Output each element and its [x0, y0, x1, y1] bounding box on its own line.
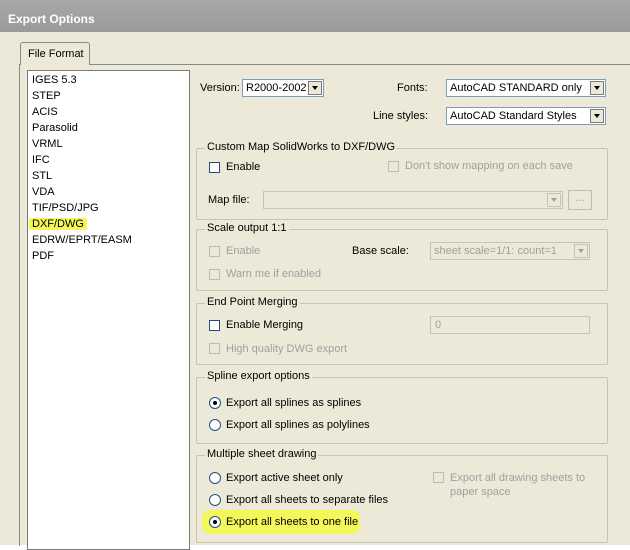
list-item-vda[interactable]: VDA	[32, 185, 55, 199]
paper-space-checkbox[interactable]	[433, 472, 444, 483]
version-label: Version:	[200, 82, 240, 94]
browse-button[interactable]: ...	[568, 190, 592, 210]
splines-as-splines-label: Export all splines as splines	[226, 397, 362, 409]
splines-as-polylines-radio[interactable]	[209, 419, 221, 431]
enable-merging-label: Enable Merging	[226, 319, 304, 331]
one-file-radio[interactable]	[209, 516, 221, 528]
list-item-stl[interactable]: STL	[32, 169, 52, 183]
end-point-group: End Point Merging	[196, 296, 608, 365]
active-sheet-radio[interactable]	[209, 472, 221, 484]
list-item-parasolid[interactable]: Parasolid	[32, 121, 78, 135]
dont-show-mapping-label: Don't show mapping on each save	[405, 160, 573, 172]
chevron-down-icon[interactable]	[590, 81, 604, 95]
group-title: Custom Map SolidWorks to DXF/DWG	[205, 141, 398, 153]
hq-dwg-label: High quality DWG export	[226, 343, 348, 355]
group-title: Spline export options	[205, 370, 312, 382]
list-item-tif[interactable]: TIF/PSD/JPG	[32, 201, 99, 215]
splines-as-polylines-label: Export all splines as polylines	[226, 419, 370, 431]
fonts-select[interactable]: AutoCAD STANDARD only	[446, 79, 606, 97]
scale-enable-checkbox[interactable]	[209, 246, 220, 257]
dont-show-mapping-checkbox[interactable]	[388, 161, 399, 172]
selected-highlight: DXF/DWG	[29, 218, 87, 230]
separate-files-radio[interactable]	[209, 494, 221, 506]
list-item-pdf[interactable]: PDF	[32, 249, 54, 263]
warn-label: Warn me if enabled	[226, 268, 321, 280]
list-item-iges[interactable]: IGES 5.3	[32, 73, 77, 87]
merging-tolerance-input[interactable]: 0	[430, 316, 590, 334]
tab-label: File Format	[28, 48, 84, 60]
version-select[interactable]: R2000-2002	[242, 79, 324, 97]
map-file-label: Map file:	[208, 194, 250, 206]
warn-checkbox[interactable]	[209, 269, 220, 280]
map-file-select[interactable]	[263, 191, 563, 209]
line-styles-select[interactable]: AutoCAD Standard Styles	[446, 107, 606, 125]
one-file-label: Export all sheets to one file	[226, 516, 359, 528]
group-title: Multiple sheet drawing	[205, 448, 319, 460]
splines-as-splines-radio[interactable]	[209, 397, 221, 409]
list-item-vrml[interactable]: VRML	[32, 137, 63, 151]
spline-group: Spline export options	[196, 370, 608, 444]
format-list[interactable]: IGES 5.3 STEP ACIS Parasolid VRML IFC ST…	[27, 70, 190, 550]
chevron-down-icon[interactable]	[547, 193, 561, 207]
group-title: Scale output 1:1	[205, 222, 289, 234]
list-item-dxf-dwg[interactable]: DXF/DWG	[29, 217, 87, 231]
base-scale-label: Base scale:	[352, 245, 409, 257]
enable-merging-checkbox[interactable]	[209, 320, 220, 331]
list-item-step[interactable]: STEP	[32, 89, 61, 103]
enable-map-label: Enable	[226, 161, 261, 173]
window-title: Export Options	[8, 12, 95, 26]
chevron-down-icon[interactable]	[308, 81, 322, 95]
enable-map-checkbox[interactable]	[209, 162, 220, 173]
tab-file-format[interactable]: File Format	[20, 42, 90, 65]
group-title: End Point Merging	[205, 296, 300, 308]
list-item-acis[interactable]: ACIS	[32, 105, 58, 119]
chevron-down-icon[interactable]	[574, 244, 588, 258]
title-bar: Export Options	[0, 0, 630, 33]
separate-files-label: Export all sheets to separate files	[226, 494, 389, 506]
chevron-down-icon[interactable]	[590, 109, 604, 123]
line-styles-label: Line styles:	[373, 110, 429, 122]
list-item-edrw[interactable]: EDRW/EPRT/EASM	[32, 233, 132, 247]
list-item-ifc[interactable]: IFC	[32, 153, 50, 167]
hq-dwg-checkbox[interactable]	[209, 343, 220, 354]
scale-output-group: Scale output 1:1	[196, 222, 608, 291]
base-scale-select[interactable]: sheet scale=1/1: count=1	[430, 242, 590, 260]
scale-enable-label: Enable	[226, 245, 261, 257]
active-sheet-label: Export active sheet only	[226, 472, 343, 484]
fonts-label: Fonts:	[397, 82, 428, 94]
paper-space-label: Export all drawing sheets to paper space	[450, 472, 586, 498]
custom-map-group: Custom Map SolidWorks to DXF/DWG	[196, 141, 608, 220]
